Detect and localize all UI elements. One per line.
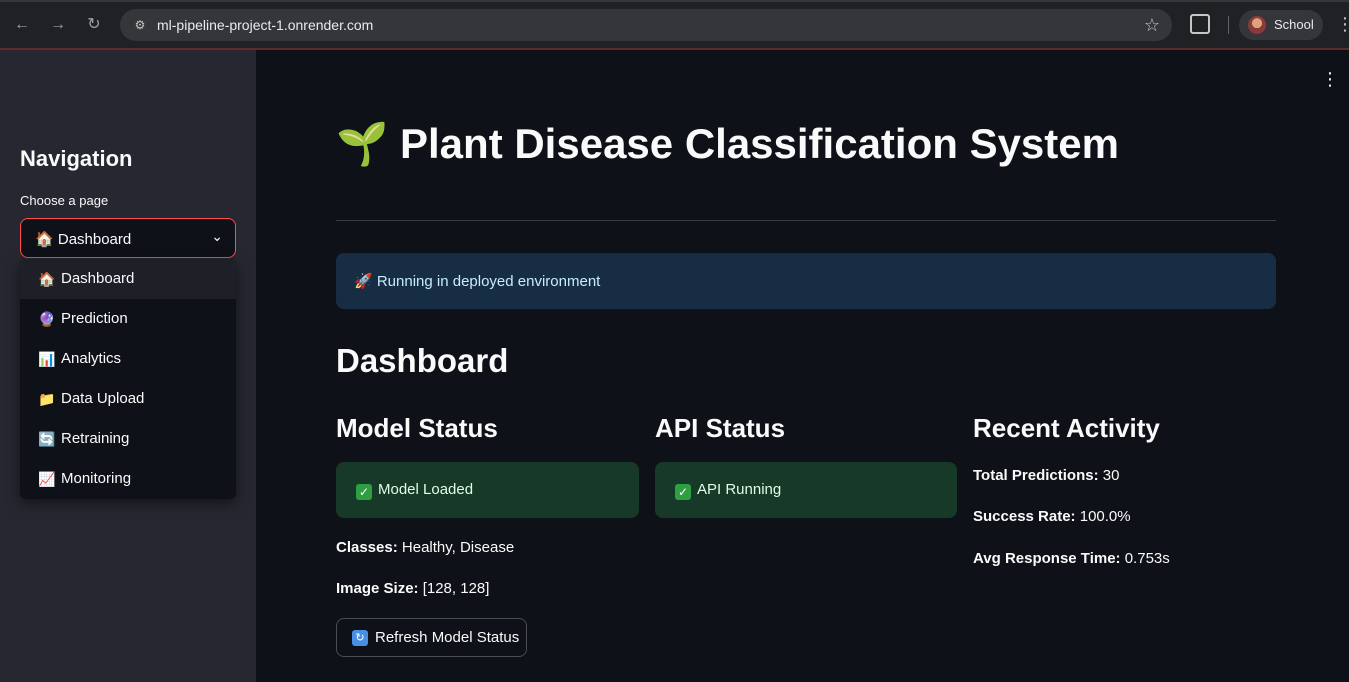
- model-status-heading: Model Status: [336, 413, 498, 443]
- dropdown-option-data-upload[interactable]: 📁 Data Upload: [20, 379, 236, 419]
- home-icon: 🏠: [35, 231, 54, 248]
- total-predictions-row: Total Predictions: 30: [973, 467, 1119, 484]
- seedling-icon: 🌱: [336, 120, 389, 167]
- folder-icon: 📁: [38, 391, 56, 407]
- option-label: Analytics: [61, 350, 122, 367]
- sidebar-title: Navigation: [20, 146, 133, 171]
- dropdown-option-prediction[interactable]: 🔮 Prediction: [20, 299, 236, 339]
- sidebar: Navigation Choose a page 🏠 Dashboard ⌄ 🏠…: [0, 50, 256, 682]
- refresh-button-label: Refresh Model Status: [375, 629, 520, 646]
- success-rate-value: 100.0%: [1079, 508, 1131, 525]
- refresh-model-status-button[interactable]: ↻ Refresh Model Status: [336, 618, 527, 657]
- image-size-value: [128, 128]: [422, 580, 490, 597]
- avg-response-value: 0.753s: [1124, 550, 1170, 567]
- section-title: Dashboard: [336, 342, 509, 379]
- total-predictions-label: Total Predictions:: [973, 467, 1099, 484]
- profile-button[interactable]: School: [1239, 10, 1323, 40]
- home-icon: 🏠: [38, 271, 56, 287]
- crystal-ball-icon: 🔮: [38, 311, 56, 327]
- page-select[interactable]: 🏠 Dashboard ⌄: [20, 218, 236, 258]
- dropdown-option-dashboard[interactable]: 🏠 Dashboard: [20, 259, 236, 299]
- main-content: ⋮ 🌱 Plant Disease Classification System 🚀…: [256, 50, 1349, 682]
- kebab-menu-icon[interactable]: ⋮: [1336, 14, 1349, 34]
- extensions-icon[interactable]: [1190, 14, 1210, 34]
- profile-label: School: [1274, 17, 1314, 32]
- classes-label: Classes:: [336, 539, 398, 556]
- dropdown-option-retraining[interactable]: 🔄 Retraining: [20, 419, 236, 459]
- bar-chart-icon: 📊: [38, 351, 56, 367]
- api-status-badge: ✓ API Running: [655, 462, 957, 518]
- api-status-heading: API Status: [655, 413, 786, 443]
- recent-activity-heading: Recent Activity: [973, 413, 1160, 443]
- site-info-icon[interactable]: ⚙: [132, 17, 148, 33]
- divider: [336, 220, 1276, 221]
- option-label: Data Upload: [61, 390, 145, 407]
- page-dropdown: 🏠 Dashboard 🔮 Prediction 📊 Analytics 📁 D…: [20, 259, 236, 499]
- reload-icon[interactable]: ↻: [82, 13, 106, 37]
- line-chart-icon: 📈: [38, 471, 56, 487]
- total-predictions-value: 30: [1102, 467, 1120, 484]
- info-alert: 🚀 Running in deployed environment: [336, 253, 1276, 309]
- image-size-row: Image Size: [128, 128]: [336, 580, 489, 597]
- page-title: 🌱 Plant Disease Classification System: [336, 120, 1119, 169]
- option-label: Prediction: [61, 310, 128, 327]
- dropdown-option-monitoring[interactable]: 📈 Monitoring: [20, 459, 236, 499]
- api-status-text: ✓ API Running: [675, 481, 781, 500]
- select-value-label: Dashboard: [57, 231, 132, 248]
- option-label: Dashboard: [61, 270, 135, 287]
- model-status-label: Model Loaded: [378, 481, 474, 498]
- back-arrow-icon[interactable]: ←: [10, 13, 34, 37]
- avatar: [1248, 16, 1266, 34]
- api-status-label: API Running: [697, 481, 782, 498]
- avg-response-row: Avg Response Time: 0.753s: [973, 550, 1170, 567]
- select-value[interactable]: 🏠 Dashboard: [35, 230, 131, 248]
- select-label: Choose a page: [20, 193, 109, 208]
- browser-toolbar: ← → ↻ ⚙ ml-pipeline-project-1.onrender.c…: [0, 0, 1349, 50]
- model-status-badge: ✓ Model Loaded: [336, 462, 639, 518]
- checkmark-icon: ✓: [356, 484, 372, 500]
- app-menu-icon[interactable]: ⋮: [1321, 70, 1339, 88]
- star-icon[interactable]: ☆: [1144, 15, 1160, 35]
- option-label: Monitoring: [61, 470, 132, 487]
- checkmark-icon: ✓: [675, 484, 691, 500]
- refresh-icon: 🔄: [38, 431, 56, 447]
- dropdown-option-analytics[interactable]: 📊 Analytics: [20, 339, 236, 379]
- classes-value: Healthy, Disease: [401, 539, 515, 556]
- avg-response-label: Avg Response Time:: [973, 550, 1121, 567]
- refresh-icon: ↻: [352, 630, 368, 646]
- classes-row: Classes: Healthy, Disease: [336, 539, 514, 556]
- image-size-label: Image Size:: [336, 580, 419, 597]
- url-text[interactable]: ml-pipeline-project-1.onrender.com: [157, 17, 373, 33]
- chevron-down-icon[interactable]: ⌄: [211, 228, 223, 245]
- forward-arrow-icon[interactable]: →: [46, 13, 70, 37]
- page-title-text: Plant Disease Classification System: [400, 120, 1119, 167]
- success-rate-label: Success Rate:: [973, 508, 1076, 525]
- info-alert-text: 🚀 Running in deployed environment: [354, 273, 601, 290]
- option-label: Retraining: [61, 430, 130, 447]
- tab-strip-edge: [0, 0, 1349, 2]
- toolbar-divider: [1228, 16, 1229, 34]
- address-bar[interactable]: ⚙ ml-pipeline-project-1.onrender.com ☆: [120, 9, 1172, 41]
- success-rate-row: Success Rate: 100.0%: [973, 508, 1131, 525]
- model-status-text: ✓ Model Loaded: [356, 481, 473, 500]
